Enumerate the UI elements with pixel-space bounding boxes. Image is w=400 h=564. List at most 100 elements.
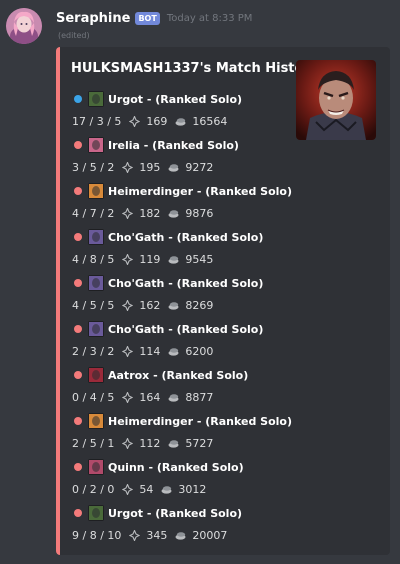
match-title-line: Cho'Gath - (Ranked Solo) [72,319,372,339]
match-stats-line: 4 / 5 / 5 162 8269 [72,296,372,314]
result-indicator [74,233,82,241]
champion-name: Cho'Gath - (Ranked Solo) [108,276,264,290]
match-title-line: Urgot - (Ranked Solo) [72,503,372,523]
gold-value: 6200 [185,344,214,358]
cs-value: 345 [146,528,168,542]
champion-icon [88,321,104,337]
gold-coins-icon [175,116,186,127]
match-row: Irelia - (Ranked Solo) 3 / 5 / 2 195 9272 [72,135,372,177]
cs-value: 164 [139,390,161,404]
champion-icon [88,505,104,521]
gold-value: 9272 [185,160,214,174]
match-row: Urgot - (Ranked Solo) 17 / 3 / 5 169 16564 [72,89,372,131]
match-stats-line: 4 / 7 / 2 182 9876 [72,204,372,222]
gold-value: 9876 [185,206,214,220]
champion-icon [88,275,104,291]
match-row: Cho'Gath - (Ranked Solo) 2 / 3 / 2 114 6200 [72,319,372,361]
kda-value: 4 / 7 / 2 [72,206,115,220]
gold-value: 8269 [185,298,214,312]
champion-name: Aatrox - (Ranked Solo) [108,368,249,382]
timestamp: Today at 8:33 PM [166,12,253,24]
cs-value: 195 [139,160,161,174]
match-row: Cho'Gath - (Ranked Solo) 4 / 8 / 5 119 9545 [72,227,372,269]
champion-name: Cho'Gath - (Ranked Solo) [108,230,264,244]
result-indicator [74,417,82,425]
kda-value: 2 / 3 / 2 [72,344,115,358]
match-history-embed: HULKSMASH1337's Match History Urgot - (R… [56,47,390,555]
minion-kill-icon [122,437,134,449]
match-stats-line: 17 / 3 / 5 169 16564 [72,112,372,130]
match-title-line: Quinn - (Ranked Solo) [72,457,372,477]
match-title-line: Heimerdinger - (Ranked Solo) [72,181,372,201]
cs-value: 114 [139,344,161,358]
minion-kill-icon [122,161,134,173]
gold-coins-icon [175,530,186,541]
match-row: Urgot - (Ranked Solo) 9 / 8 / 10 345 20007 [72,503,372,545]
match-stats-line: 0 / 4 / 5 164 8877 [72,388,372,406]
avatar[interactable] [6,8,42,44]
champion-icon [88,229,104,245]
gold-value: 20007 [192,528,228,542]
champion-name: Cho'Gath - (Ranked Solo) [108,322,264,336]
gold-coins-icon [161,484,172,495]
match-title-line: Aatrox - (Ranked Solo) [72,365,372,385]
champion-icon [88,91,104,107]
match-stats-line: 4 / 8 / 5 119 9545 [72,250,372,268]
bot-tag: BOT [135,11,160,25]
champion-icon [88,367,104,383]
chat-message: Seraphine BOT Today at 8:33 PM (edited) … [0,0,400,564]
embed-title: HULKSMASH1337's Match History [71,61,319,76]
minion-kill-icon [122,253,134,265]
gold-coins-icon [168,208,179,219]
match-title-line: Cho'Gath - (Ranked Solo) [72,227,372,247]
kda-value: 4 / 5 / 5 [72,298,115,312]
cs-value: 119 [139,252,161,266]
result-indicator [74,279,82,287]
match-title-line: Urgot - (Ranked Solo) [72,89,372,109]
champion-name: Urgot - (Ranked Solo) [108,506,243,520]
kda-value: 2 / 5 / 1 [72,436,115,450]
kda-value: 17 / 3 / 5 [72,114,122,128]
gold-coins-icon [168,392,179,403]
gold-coins-icon [168,438,179,449]
champion-name: Quinn - (Ranked Solo) [108,460,244,474]
cs-value: 54 [139,482,154,496]
gold-coins-icon [168,162,179,173]
match-stats-line: 9 / 8 / 10 345 20007 [72,526,372,544]
minion-kill-icon [122,345,134,357]
cs-value: 169 [146,114,168,128]
match-row: Aatrox - (Ranked Solo) 0 / 4 / 5 164 8877 [72,365,372,407]
edited-label: (edited) [58,31,90,40]
result-indicator [74,187,82,195]
gold-value: 8877 [185,390,214,404]
minion-kill-icon [122,299,134,311]
username[interactable]: Seraphine [56,11,130,26]
result-indicator [74,509,82,517]
match-row: Cho'Gath - (Ranked Solo) 4 / 5 / 5 162 8269 [72,273,372,315]
match-title-line: Irelia - (Ranked Solo) [72,135,372,155]
gold-coins-icon [168,254,179,265]
match-row: Heimerdinger - (Ranked Solo) 2 / 5 / 1 112… [72,411,372,453]
message-header: Seraphine BOT Today at 8:33 PM [56,8,252,28]
champion-name: Heimerdinger - (Ranked Solo) [108,414,293,428]
match-row: Quinn - (Ranked Solo) 0 / 2 / 0 54 3012 [72,457,372,499]
match-stats-line: 3 / 5 / 2 195 9272 [72,158,372,176]
cs-value: 182 [139,206,161,220]
cs-value: 112 [139,436,161,450]
gold-value: 5727 [185,436,214,450]
kda-value: 3 / 5 / 2 [72,160,115,174]
kda-value: 9 / 8 / 10 [72,528,122,542]
match-stats-line: 2 / 5 / 1 112 5727 [72,434,372,452]
match-title-line: Cho'Gath - (Ranked Solo) [72,273,372,293]
gold-coins-icon [168,300,179,311]
gold-coins-icon [168,346,179,357]
kda-value: 4 / 8 / 5 [72,252,115,266]
result-indicator [74,371,82,379]
minion-kill-icon [122,483,134,495]
gold-value: 9545 [185,252,214,266]
kda-value: 0 / 4 / 5 [72,390,115,404]
champion-icon [88,137,104,153]
match-row: Heimerdinger - (Ranked Solo) 4 / 7 / 2 182… [72,181,372,223]
minion-kill-icon [129,529,141,541]
match-stats-line: 0 / 2 / 0 54 3012 [72,480,372,498]
